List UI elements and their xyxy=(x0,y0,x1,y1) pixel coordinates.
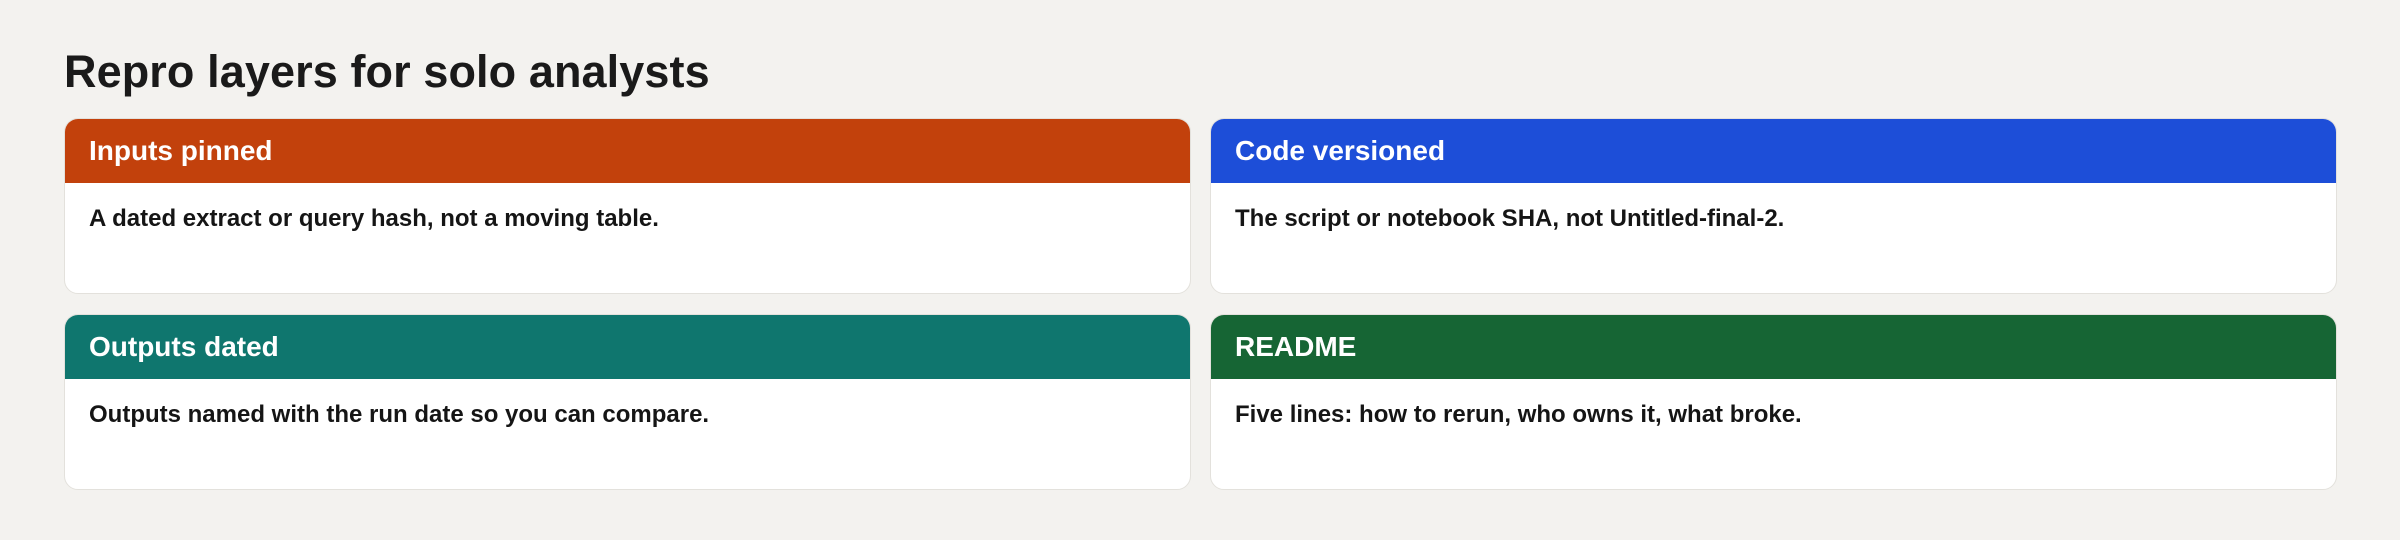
card-outputs-dated: Outputs dated Outputs named with the run… xyxy=(64,314,1191,490)
card-body: A dated extract or query hash, not a mov… xyxy=(89,205,659,232)
card-readme: README Five lines: how to rerun, who own… xyxy=(1210,314,2337,490)
card-grid: Inputs pinned A dated extract or query h… xyxy=(64,118,2337,490)
card-header: Outputs dated xyxy=(65,315,1190,379)
card-inputs-pinned: Inputs pinned A dated extract or query h… xyxy=(64,118,1191,294)
page-title: Repro layers for solo analysts xyxy=(64,46,710,97)
card-heading: Code versioned xyxy=(1235,135,1446,166)
card-code-versioned: Code versioned The script or notebook SH… xyxy=(1210,118,2337,294)
page: Repro layers for solo analysts Inputs pi… xyxy=(0,0,2400,540)
card-header: Inputs pinned xyxy=(65,119,1190,183)
card-heading: README xyxy=(1235,331,1357,362)
card-body: Five lines: how to rerun, who owns it, w… xyxy=(1235,401,1802,428)
card-heading: Outputs dated xyxy=(89,331,279,362)
card-body: The script or notebook SHA, not Untitled… xyxy=(1235,205,1785,232)
card-header: Code versioned xyxy=(1211,119,2336,183)
card-header: README xyxy=(1211,315,2336,379)
card-body: Outputs named with the run date so you c… xyxy=(89,401,710,428)
card-heading: Inputs pinned xyxy=(89,135,273,166)
